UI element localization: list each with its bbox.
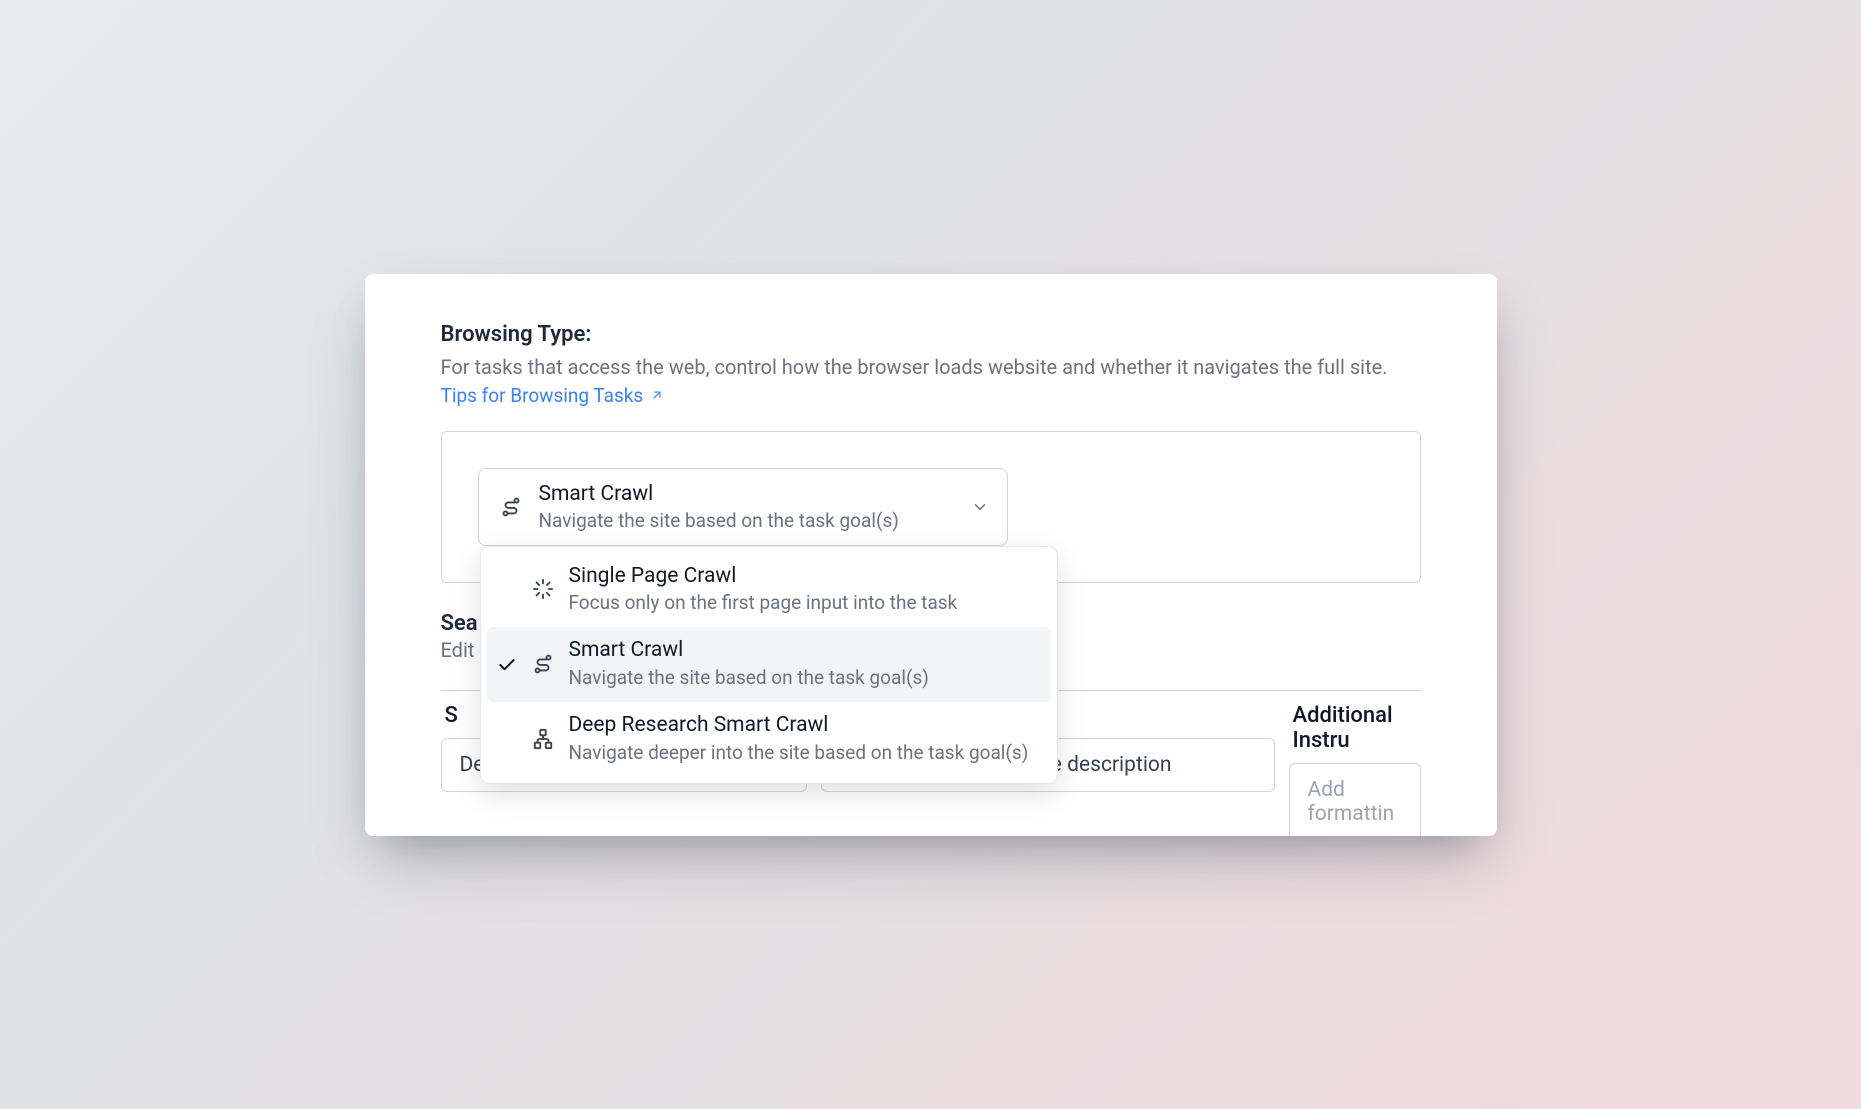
- section-title: Browsing Type:: [441, 322, 1421, 347]
- chevron-down-icon: [971, 498, 989, 516]
- tips-link-label: Tips for Browsing Tasks: [441, 384, 644, 407]
- option-smart-crawl[interactable]: Smart Crawl Navigate the site based on t…: [487, 627, 1051, 702]
- route-icon: [499, 495, 523, 519]
- table-col-3: Additional Instru Add formattin: [1289, 691, 1421, 835]
- settings-card: Browsing Type: For tasks that access the…: [365, 274, 1497, 836]
- browsing-type-dropdown: Single Page Crawl Focus only on the firs…: [480, 546, 1058, 785]
- select-current-desc: Navigate the site based on the task goal…: [539, 508, 899, 534]
- select-current: Smart Crawl Navigate the site based on t…: [539, 481, 899, 534]
- sitemap-icon: [531, 727, 555, 751]
- tips-link[interactable]: Tips for Browsing Tasks: [441, 384, 666, 407]
- external-link-icon: [649, 387, 665, 403]
- select-current-title: Smart Crawl: [539, 481, 899, 508]
- option-title: Deep Research Smart Crawl: [569, 712, 1029, 739]
- option-single-page-crawl[interactable]: Single Page Crawl Focus only on the firs…: [487, 553, 1051, 628]
- option-title: Smart Crawl: [569, 637, 929, 664]
- option-desc: Navigate the site based on the task goal…: [569, 665, 929, 691]
- check-icon: [497, 655, 517, 675]
- section-description: For tasks that access the web, control h…: [441, 353, 1421, 382]
- option-desc: Focus only on the first page input into …: [569, 590, 958, 616]
- option-deep-research-smart-crawl[interactable]: Deep Research Smart Crawl Navigate deepe…: [487, 702, 1051, 777]
- route-icon: [531, 652, 555, 676]
- option-title: Single Page Crawl: [569, 563, 958, 590]
- cell-additional-instructions[interactable]: Add formattin: [1289, 763, 1421, 835]
- browsing-type-section: Browsing Type: For tasks that access the…: [441, 322, 1421, 407]
- option-desc: Navigate deeper into the site based on t…: [569, 740, 1029, 766]
- loader-icon: [531, 577, 555, 601]
- col-header-3: Additional Instru: [1289, 691, 1421, 763]
- browsing-type-select[interactable]: Smart Crawl Navigate the site based on t…: [478, 468, 1008, 547]
